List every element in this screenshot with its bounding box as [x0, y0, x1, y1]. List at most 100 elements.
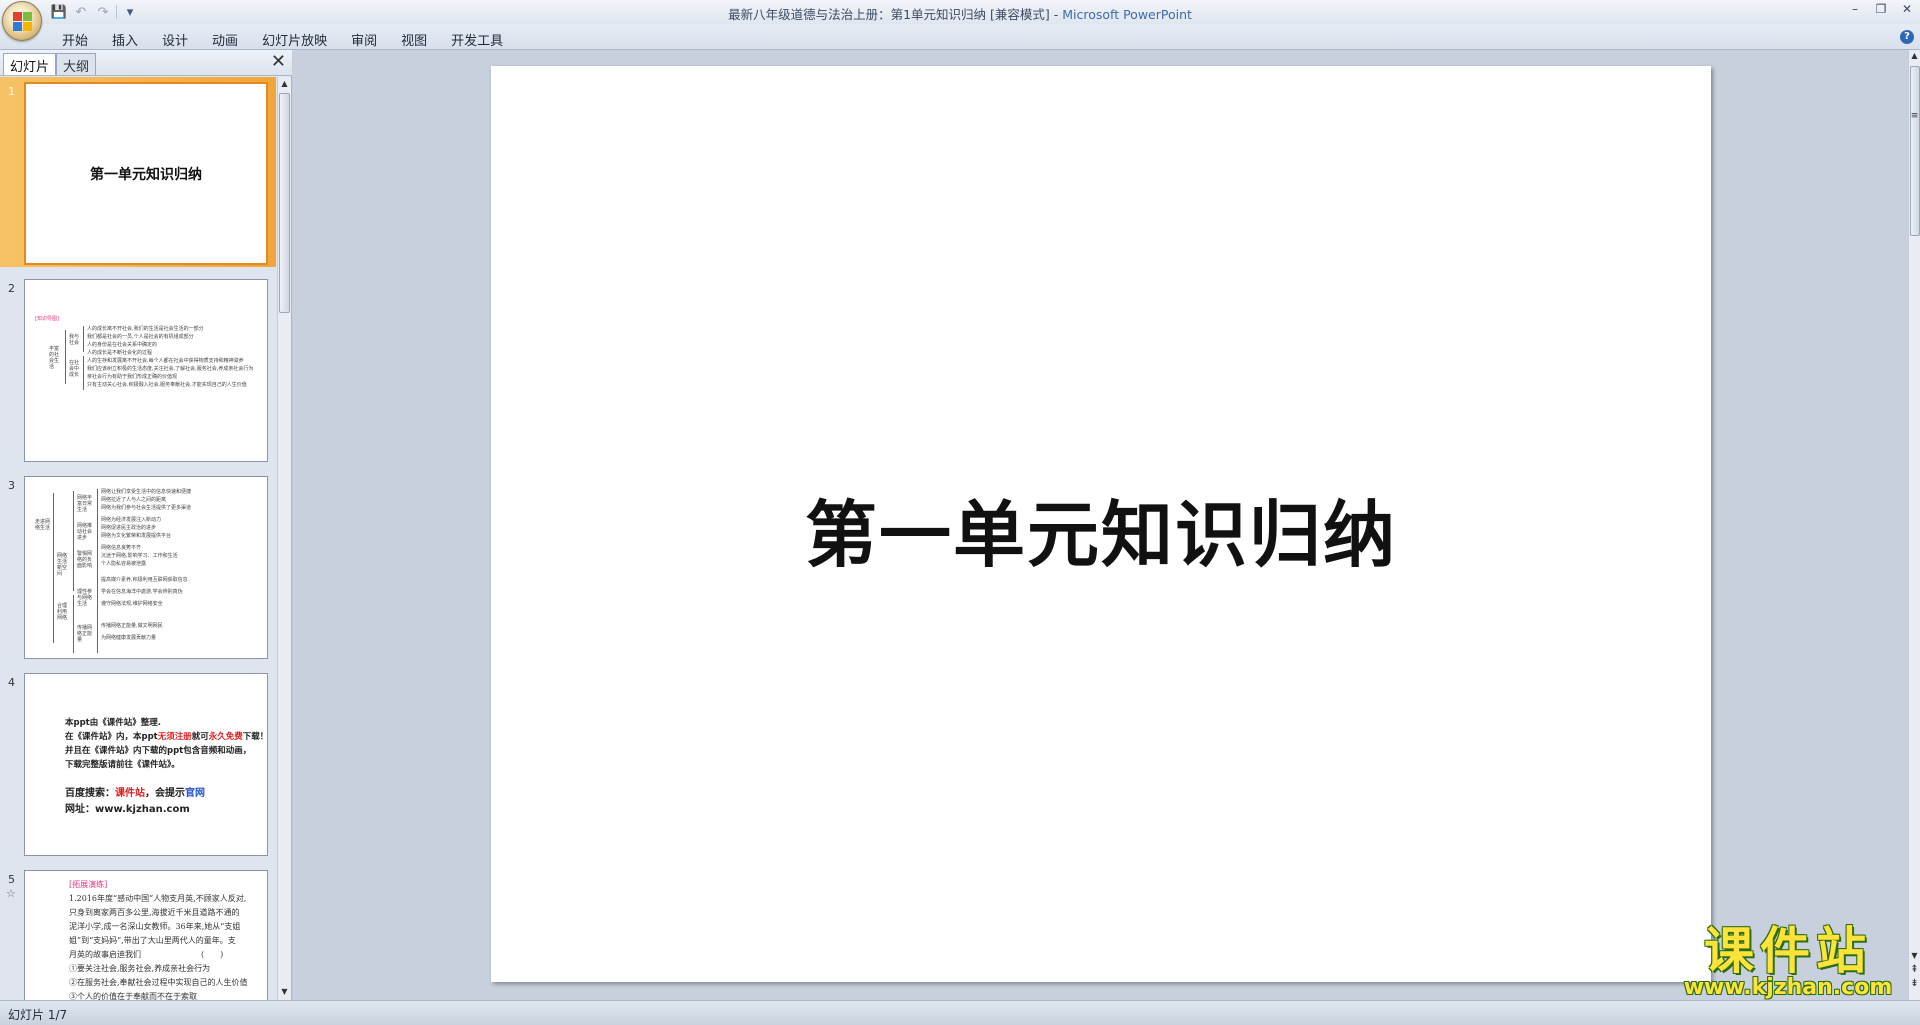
- scroll-down-icon[interactable]: ▼: [278, 985, 291, 999]
- thumbnail-number: 5: [8, 873, 15, 886]
- previous-slide-icon[interactable]: ⇞: [1909, 964, 1920, 976]
- mini-line-3: 泥洋小学,成一名深山女教师。36年来,她从“支姐: [69, 922, 241, 931]
- mini-sub-1: 网络丰富日常生活: [77, 495, 93, 513]
- mini-bracket: [73, 491, 74, 591]
- next-slide-icon[interactable]: ⇟: [1909, 978, 1920, 990]
- animation-star-icon: ☆: [6, 887, 16, 900]
- tab-slides[interactable]: 幻灯片: [3, 53, 57, 75]
- window-title: 最新八年级道德与法治上册：第1单元知识归纳 [兼容模式] - Microsoft…: [0, 4, 1920, 23]
- thumbnail-row-4[interactable]: 4 本ppt由《课件站》整理. 在《课件站》内，本ppt无须注册就可永久免费下载…: [0, 668, 276, 858]
- mini-line-1: 网络让我们享受生活中的信息快速和便捷: [101, 489, 192, 495]
- mini-line-8: 只有主动关心社会,积极融入社会,服务奉献社会,才能实现自己的人生价值: [87, 382, 247, 388]
- mini-line-9: 个人隐私容易被泄露: [101, 561, 147, 567]
- thumbnail-row-5[interactable]: 5 ☆ [拓展演练] 1.2016年度“感动中国”人物支月英,不顾家人反对, 只…: [0, 865, 276, 1000]
- scroll-up-icon[interactable]: ▲: [278, 77, 291, 91]
- mini-line-12: 遵守网络法规,维护网络安全: [101, 601, 163, 607]
- mini-line-8: 沉迷于网络,影响学习、工作和生活: [101, 553, 178, 559]
- mini-branch-1: 网络生活新空间: [57, 553, 68, 577]
- mini-line-5: 人的生存和发展离不开社会,每个人都在社会中获得物质支持和精神滋养: [87, 358, 244, 364]
- thumbnail-row-1[interactable]: 1 第一单元知识归纳: [0, 77, 276, 267]
- window-controls: – ❐ ✕: [1848, 2, 1914, 16]
- thumbnail-slide-1[interactable]: 第一单元知识归纳: [24, 82, 268, 265]
- mini-line-10: 提高媒介素养,积极利用互联网获取信息: [101, 577, 188, 583]
- mini-sub-3: 警惕网络的负面影响: [77, 551, 93, 569]
- tab-insert[interactable]: 插入: [100, 27, 150, 52]
- mini-line-6: 网络为文化繁荣和发展提供平台: [101, 533, 172, 539]
- mini-line-3: 人的身份是在社会关系中确定的: [87, 342, 158, 348]
- watermark-url: www.kjzhan.com: [1683, 975, 1893, 1000]
- mini-line-1: 人的成长离不开社会,我们的生活是社会生活的一部分: [87, 326, 204, 332]
- mini-line-8: ③个人的价值在于奉献而不在于索取: [69, 992, 197, 1000]
- mini-bracket: [53, 493, 54, 643]
- scroll-grip-icon: ≡: [1910, 111, 1919, 121]
- panel-tabs: 幻灯片 大纲 ✕: [0, 50, 292, 76]
- thumbnail-row-3[interactable]: 3 走进网络生活 网络生活新空间 合理利用网络 网络丰富日常生活 网络推动社会进…: [0, 471, 276, 661]
- thumbnail-scrollbar[interactable]: ▲ ▼: [277, 77, 291, 1000]
- mini-line-7: ②在服务社会,奉献社会过程中实现自己的人生价值: [69, 978, 248, 987]
- mini-line-2: 我们都是社会的一员,个人是社会的有机组成部分: [87, 334, 194, 340]
- mini-heading: [知识导图]: [35, 316, 59, 322]
- slide-canvas[interactable]: 第一单元知识归纳: [491, 66, 1711, 982]
- scroll-down-icon[interactable]: ▼: [1909, 950, 1920, 962]
- mini-text-line-3: 并且在《课件站》内下载的ppt包含音频和动画，: [65, 746, 252, 756]
- thumbnail-number: 4: [8, 676, 15, 689]
- tab-home[interactable]: 开始: [50, 27, 100, 52]
- mini-sub-2: 网络推动社会进步: [77, 523, 93, 541]
- mini-line-7: 亲社会行为有助于我们形成正确的价值观: [87, 374, 178, 380]
- slide-scrollbar[interactable]: ▲ ≡ ▼ ⇞ ⇟: [1908, 50, 1920, 1000]
- mini-bracket: [83, 356, 84, 390]
- help-icon[interactable]: ?: [1900, 30, 1914, 44]
- slides-panel: 幻灯片 大纲 ✕ 1 第一单元知识归纳 2 [知识导图] 丰富的社会生活 我与社…: [0, 50, 292, 1000]
- slide-editor: 第一单元知识归纳: [293, 50, 1908, 1000]
- mini-sub-4: 理性参与网络生活: [77, 589, 93, 607]
- slide-counter: 幻灯片 1/7: [8, 1008, 68, 1022]
- mini-line-7: 网络信息良莠不齐: [101, 545, 142, 551]
- mini-text-line-5: 百度搜索：课件站，会提示官网: [65, 788, 205, 799]
- ribbon: 开始 插入 设计 动画 幻灯片放映 审阅 视图 开发工具 ?: [0, 24, 1920, 50]
- thumbnail-number: 3: [8, 479, 15, 492]
- scroll-up-icon[interactable]: ▲: [1909, 50, 1920, 62]
- app-name: Microsoft PowerPoint: [1062, 7, 1192, 22]
- tab-outline[interactable]: 大纲: [56, 53, 97, 75]
- minimize-icon[interactable]: –: [1848, 2, 1862, 16]
- kjzhan-watermark-logo: 课件站 www.kjzhan.com: [1668, 926, 1908, 1000]
- mini-line-5: 月英的故事启迪我们( ): [69, 950, 224, 959]
- close-icon[interactable]: ✕: [1900, 2, 1914, 16]
- thumbnail-slide-3[interactable]: 走进网络生活 网络生活新空间 合理利用网络 网络丰富日常生活 网络推动社会进步 …: [24, 476, 268, 659]
- tab-developer[interactable]: 开发工具: [439, 27, 515, 52]
- status-bar: 幻灯片 1/7: [0, 1000, 1920, 1025]
- scrollbar-thumb[interactable]: [1910, 66, 1920, 236]
- thumbnail-slide-5[interactable]: [拓展演练] 1.2016年度“感动中国”人物支月英,不顾家人反对, 只身到离家…: [24, 870, 268, 1000]
- mini-bracket: [73, 595, 74, 653]
- tab-design[interactable]: 设计: [150, 27, 200, 52]
- mini-sub-5: 传播网络正能量: [77, 625, 93, 643]
- mini-text-line-4: 下载完整版请前往《课件站》。: [65, 760, 180, 770]
- mini-text-line-2: 在《课件站》内，本ppt无须注册就可永久免费下载！: [65, 732, 268, 742]
- thumbnail-number: 2: [8, 282, 15, 295]
- scrollbar-thumb[interactable]: [279, 93, 290, 313]
- tab-slideshow[interactable]: 幻灯片放映: [250, 27, 339, 52]
- thumbnail-row-2[interactable]: 2 [知识导图] 丰富的社会生活 我与社会 在社会中成长 人的成长离不开社会,我…: [0, 274, 276, 464]
- ribbon-tabs: 开始 插入 设计 动画 幻灯片放映 审阅 视图 开发工具: [50, 27, 515, 52]
- mini-line-6: ①要关注社会,服务社会,养成亲社会行为: [69, 964, 211, 973]
- mini-heading: [拓展演练]: [69, 880, 108, 889]
- mini-line-14: 为网络健康发展贡献力量: [101, 635, 157, 641]
- mini-bracket: [97, 489, 98, 653]
- thumbnail-slide-4[interactable]: 本ppt由《课件站》整理. 在《课件站》内，本ppt无须注册就可永久免费下载！ …: [24, 673, 268, 856]
- mini-line-3: 网络为我们参与社会生活提供了更多渠道: [101, 505, 192, 511]
- thumbnail-slide-2[interactable]: [知识导图] 丰富的社会生活 我与社会 在社会中成长 人的成长离不开社会,我们的…: [24, 279, 268, 462]
- thumbnail-number: 1: [8, 85, 15, 98]
- tab-animations[interactable]: 动画: [200, 27, 250, 52]
- thumbnail-list: 1 第一单元知识归纳 2 [知识导图] 丰富的社会生活 我与社会 在社会中成长 …: [0, 77, 276, 1000]
- thumbnail-title: 第一单元知识归纳: [90, 167, 202, 183]
- office-button[interactable]: [2, 1, 42, 41]
- tab-review[interactable]: 审阅: [339, 27, 389, 52]
- mini-line-13: 传播网络正能量,做文明网民: [101, 623, 163, 629]
- slide-title[interactable]: 第一单元知识归纳: [491, 476, 1711, 581]
- tab-view[interactable]: 视图: [389, 27, 439, 52]
- office-logo-icon: [13, 12, 33, 32]
- mini-line-6: 我们应该树立积极的生活态度,关注社会,了解社会,服务社会,养成亲社会行为: [87, 366, 254, 372]
- panel-close-icon[interactable]: ✕: [271, 53, 286, 71]
- restore-icon[interactable]: ❐: [1874, 2, 1888, 16]
- mini-line-4: 姐”到“支妈妈”,带出了大山里两代人的童年。支: [69, 936, 236, 945]
